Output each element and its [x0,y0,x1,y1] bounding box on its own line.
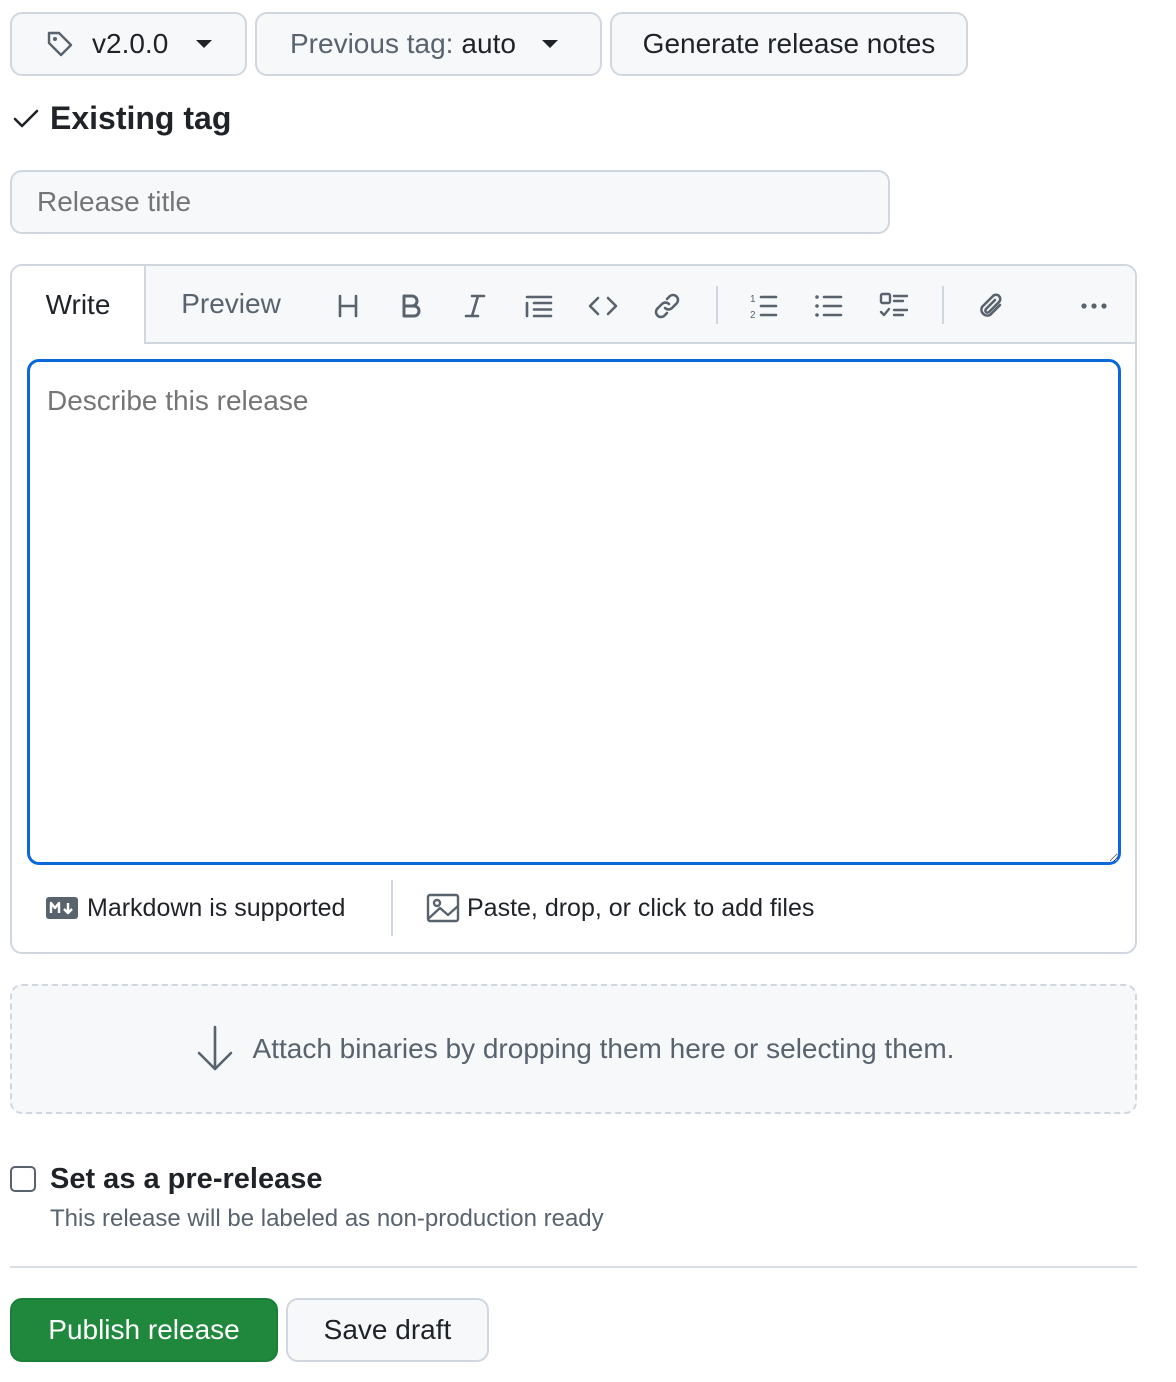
publish-release-label: Publish release [48,1314,240,1345]
chevron-down-icon [541,40,558,48]
tab-write[interactable]: Write [12,266,146,344]
add-files-button[interactable]: Paste, drop, or click to add files [426,888,814,928]
toolbar-divider [716,286,718,324]
release-description-textarea[interactable] [27,359,1121,865]
svg-text:1: 1 [750,294,756,305]
prerelease-checkbox[interactable] [10,1166,36,1192]
markdown-support-link[interactable]: Markdown is supported [46,888,345,928]
toolbar-divider [942,286,944,324]
more-icon[interactable] [1072,284,1116,328]
binaries-label: Attach binaries by dropping them here or… [252,1033,955,1064]
tab-preview[interactable]: Preview [160,266,302,342]
tag-status-label: Existing tag [50,99,232,136]
add-files-label: Paste, drop, or click to add files [467,893,815,922]
arrow-down-icon [193,1023,237,1075]
save-draft-label: Save draft [323,1314,452,1345]
release-title-input[interactable] [10,170,890,234]
footer-divider [391,880,393,936]
heading-icon[interactable] [326,284,370,328]
previous-tag-value: auto [461,28,516,59]
generate-release-notes-label: Generate release notes [642,28,936,59]
unordered-list-icon[interactable] [807,284,851,328]
markdown-icon [46,897,78,919]
prerelease-description: This release will be labeled as non-prod… [50,1205,604,1232]
task-list-icon[interactable] [872,284,916,328]
markdown-support-label: Markdown is supported [87,893,346,922]
svg-text:2: 2 [750,310,756,321]
ordered-list-icon[interactable]: 12 [742,284,786,328]
tag-icon [44,28,76,60]
chevron-down-icon [196,40,213,48]
tag-status: Existing tag [10,96,231,140]
tab-preview-label: Preview [181,288,281,319]
image-icon [426,893,460,923]
tag-select-label: v2.0.0 [92,28,169,59]
prerelease-label[interactable]: Set as a pre-release [50,1160,322,1198]
attach-icon[interactable] [970,284,1014,328]
bold-icon[interactable] [389,284,433,328]
section-divider [10,1266,1137,1268]
previous-tag-button[interactable]: Previous tag: auto [255,12,602,76]
check-icon [10,102,42,134]
code-icon[interactable] [581,284,625,328]
link-icon[interactable] [645,284,689,328]
generate-release-notes-button[interactable]: Generate release notes [610,12,968,76]
binaries-dropzone[interactable]: Attach binaries by dropping them here or… [10,984,1137,1114]
italic-icon[interactable] [453,284,497,328]
previous-tag-label: Previous tag: [290,28,454,59]
publish-release-button[interactable]: Publish release [10,1298,278,1362]
tag-select-button[interactable]: v2.0.0 [10,12,247,76]
quote-icon[interactable] [517,284,561,328]
tab-write-label: Write [45,289,111,320]
save-draft-button[interactable]: Save draft [286,1298,489,1362]
